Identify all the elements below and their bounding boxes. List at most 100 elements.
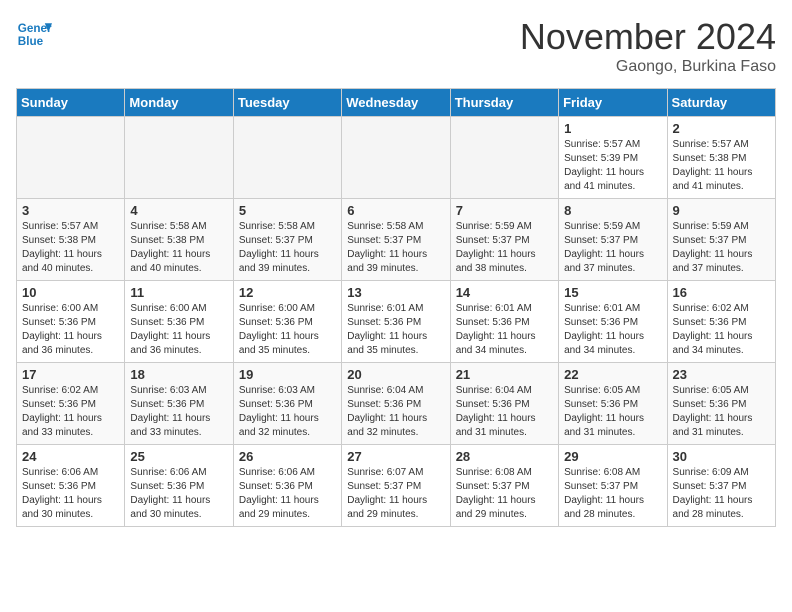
day-number: 13 [347, 285, 444, 300]
calendar-cell: 27 Sunrise: 6:07 AM Sunset: 5:37 PM Dayl… [342, 445, 450, 527]
calendar-cell: 8 Sunrise: 5:59 AM Sunset: 5:37 PM Dayli… [559, 199, 667, 281]
day-number: 4 [130, 203, 227, 218]
day-number: 10 [22, 285, 119, 300]
calendar-cell: 15 Sunrise: 6:01 AM Sunset: 5:36 PM Dayl… [559, 281, 667, 363]
day-info: Sunrise: 5:57 AM Sunset: 5:39 PM Dayligh… [564, 138, 661, 194]
day-number: 9 [673, 203, 770, 218]
calendar-cell [17, 117, 125, 199]
day-number: 7 [456, 203, 553, 218]
calendar-cell: 29 Sunrise: 6:08 AM Sunset: 5:37 PM Dayl… [559, 445, 667, 527]
calendar-week-5: 24 Sunrise: 6:06 AM Sunset: 5:36 PM Dayl… [17, 445, 776, 527]
day-info: Sunrise: 6:03 AM Sunset: 5:36 PM Dayligh… [239, 384, 336, 440]
calendar-cell: 3 Sunrise: 5:57 AM Sunset: 5:38 PM Dayli… [17, 199, 125, 281]
day-number: 28 [456, 449, 553, 464]
day-info: Sunrise: 6:03 AM Sunset: 5:36 PM Dayligh… [130, 384, 227, 440]
calendar-cell: 17 Sunrise: 6:02 AM Sunset: 5:36 PM Dayl… [17, 363, 125, 445]
day-info: Sunrise: 6:00 AM Sunset: 5:36 PM Dayligh… [22, 302, 119, 358]
page-header: General Blue November 2024 Gaongo, Burki… [16, 16, 776, 76]
calendar-cell [125, 117, 233, 199]
day-number: 16 [673, 285, 770, 300]
day-number: 3 [22, 203, 119, 218]
day-info: Sunrise: 5:59 AM Sunset: 5:37 PM Dayligh… [564, 220, 661, 276]
calendar-cell [342, 117, 450, 199]
day-info: Sunrise: 5:58 AM Sunset: 5:38 PM Dayligh… [130, 220, 227, 276]
col-header-monday: Monday [125, 89, 233, 117]
day-info: Sunrise: 5:58 AM Sunset: 5:37 PM Dayligh… [239, 220, 336, 276]
day-number: 1 [564, 121, 661, 136]
day-number: 15 [564, 285, 661, 300]
day-number: 6 [347, 203, 444, 218]
calendar-cell: 13 Sunrise: 6:01 AM Sunset: 5:36 PM Dayl… [342, 281, 450, 363]
col-header-friday: Friday [559, 89, 667, 117]
calendar-cell: 4 Sunrise: 5:58 AM Sunset: 5:38 PM Dayli… [125, 199, 233, 281]
logo: General Blue [16, 16, 52, 52]
calendar-week-3: 10 Sunrise: 6:00 AM Sunset: 5:36 PM Dayl… [17, 281, 776, 363]
calendar-cell [233, 117, 341, 199]
col-header-sunday: Sunday [17, 89, 125, 117]
day-info: Sunrise: 6:02 AM Sunset: 5:36 PM Dayligh… [22, 384, 119, 440]
calendar-header-row: SundayMondayTuesdayWednesdayThursdayFrid… [17, 89, 776, 117]
day-number: 12 [239, 285, 336, 300]
day-info: Sunrise: 6:05 AM Sunset: 5:36 PM Dayligh… [564, 384, 661, 440]
day-info: Sunrise: 6:06 AM Sunset: 5:36 PM Dayligh… [239, 466, 336, 522]
day-info: Sunrise: 6:05 AM Sunset: 5:36 PM Dayligh… [673, 384, 770, 440]
location-title: Gaongo, Burkina Faso [520, 58, 776, 76]
month-title: November 2024 [520, 16, 776, 58]
day-info: Sunrise: 5:59 AM Sunset: 5:37 PM Dayligh… [673, 220, 770, 276]
calendar-cell: 23 Sunrise: 6:05 AM Sunset: 5:36 PM Dayl… [667, 363, 775, 445]
day-info: Sunrise: 6:01 AM Sunset: 5:36 PM Dayligh… [456, 302, 553, 358]
col-header-wednesday: Wednesday [342, 89, 450, 117]
day-info: Sunrise: 5:57 AM Sunset: 5:38 PM Dayligh… [673, 138, 770, 194]
day-number: 26 [239, 449, 336, 464]
day-number: 20 [347, 367, 444, 382]
day-info: Sunrise: 6:00 AM Sunset: 5:36 PM Dayligh… [130, 302, 227, 358]
day-number: 25 [130, 449, 227, 464]
day-number: 19 [239, 367, 336, 382]
calendar-cell: 6 Sunrise: 5:58 AM Sunset: 5:37 PM Dayli… [342, 199, 450, 281]
calendar-cell: 21 Sunrise: 6:04 AM Sunset: 5:36 PM Dayl… [450, 363, 558, 445]
col-header-thursday: Thursday [450, 89, 558, 117]
title-block: November 2024 Gaongo, Burkina Faso [520, 16, 776, 76]
day-info: Sunrise: 6:08 AM Sunset: 5:37 PM Dayligh… [456, 466, 553, 522]
day-info: Sunrise: 5:59 AM Sunset: 5:37 PM Dayligh… [456, 220, 553, 276]
calendar-cell: 18 Sunrise: 6:03 AM Sunset: 5:36 PM Dayl… [125, 363, 233, 445]
calendar-cell: 20 Sunrise: 6:04 AM Sunset: 5:36 PM Dayl… [342, 363, 450, 445]
day-info: Sunrise: 6:07 AM Sunset: 5:37 PM Dayligh… [347, 466, 444, 522]
calendar-cell: 22 Sunrise: 6:05 AM Sunset: 5:36 PM Dayl… [559, 363, 667, 445]
calendar-cell: 26 Sunrise: 6:06 AM Sunset: 5:36 PM Dayl… [233, 445, 341, 527]
calendar-cell: 30 Sunrise: 6:09 AM Sunset: 5:37 PM Dayl… [667, 445, 775, 527]
calendar-cell [450, 117, 558, 199]
day-info: Sunrise: 5:57 AM Sunset: 5:38 PM Dayligh… [22, 220, 119, 276]
day-number: 5 [239, 203, 336, 218]
day-info: Sunrise: 6:08 AM Sunset: 5:37 PM Dayligh… [564, 466, 661, 522]
day-number: 29 [564, 449, 661, 464]
calendar-cell: 9 Sunrise: 5:59 AM Sunset: 5:37 PM Dayli… [667, 199, 775, 281]
calendar-cell: 5 Sunrise: 5:58 AM Sunset: 5:37 PM Dayli… [233, 199, 341, 281]
day-number: 23 [673, 367, 770, 382]
calendar-cell: 14 Sunrise: 6:01 AM Sunset: 5:36 PM Dayl… [450, 281, 558, 363]
day-info: Sunrise: 6:09 AM Sunset: 5:37 PM Dayligh… [673, 466, 770, 522]
day-number: 21 [456, 367, 553, 382]
calendar-cell: 10 Sunrise: 6:00 AM Sunset: 5:36 PM Dayl… [17, 281, 125, 363]
day-info: Sunrise: 6:04 AM Sunset: 5:36 PM Dayligh… [456, 384, 553, 440]
calendar-cell: 19 Sunrise: 6:03 AM Sunset: 5:36 PM Dayl… [233, 363, 341, 445]
calendar-week-1: 1 Sunrise: 5:57 AM Sunset: 5:39 PM Dayli… [17, 117, 776, 199]
day-number: 17 [22, 367, 119, 382]
col-header-tuesday: Tuesday [233, 89, 341, 117]
calendar-cell: 25 Sunrise: 6:06 AM Sunset: 5:36 PM Dayl… [125, 445, 233, 527]
day-number: 27 [347, 449, 444, 464]
calendar-cell: 2 Sunrise: 5:57 AM Sunset: 5:38 PM Dayli… [667, 117, 775, 199]
day-info: Sunrise: 6:01 AM Sunset: 5:36 PM Dayligh… [564, 302, 661, 358]
day-number: 30 [673, 449, 770, 464]
calendar-week-4: 17 Sunrise: 6:02 AM Sunset: 5:36 PM Dayl… [17, 363, 776, 445]
logo-icon: General Blue [16, 16, 52, 52]
day-number: 2 [673, 121, 770, 136]
day-info: Sunrise: 6:02 AM Sunset: 5:36 PM Dayligh… [673, 302, 770, 358]
day-info: Sunrise: 6:01 AM Sunset: 5:36 PM Dayligh… [347, 302, 444, 358]
day-number: 11 [130, 285, 227, 300]
day-number: 8 [564, 203, 661, 218]
day-info: Sunrise: 5:58 AM Sunset: 5:37 PM Dayligh… [347, 220, 444, 276]
day-info: Sunrise: 6:06 AM Sunset: 5:36 PM Dayligh… [22, 466, 119, 522]
day-info: Sunrise: 6:06 AM Sunset: 5:36 PM Dayligh… [130, 466, 227, 522]
day-info: Sunrise: 6:00 AM Sunset: 5:36 PM Dayligh… [239, 302, 336, 358]
